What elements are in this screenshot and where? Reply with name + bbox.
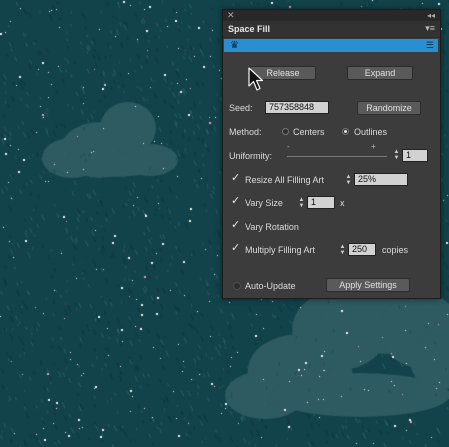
uniformity-min-symbol: - bbox=[287, 142, 290, 151]
multiply-label: Multiply Filling Art bbox=[245, 245, 316, 255]
outlines-radio[interactable] bbox=[342, 128, 349, 135]
close-icon[interactable]: ✕ bbox=[227, 10, 235, 21]
vary-size-suffix: x bbox=[340, 198, 345, 208]
uniformity-max-symbol: + bbox=[371, 142, 376, 151]
multiply-checkbox[interactable]: ✓ bbox=[231, 243, 242, 254]
expand-button[interactable]: Expand bbox=[347, 66, 413, 80]
vary-size-field[interactable]: 1 bbox=[307, 196, 335, 209]
panel-titlebar[interactable]: ✕ ◂◂ bbox=[223, 10, 440, 21]
crown-icon: ♛ bbox=[230, 40, 239, 51]
vary-rotation-checkbox[interactable]: ✓ bbox=[231, 220, 242, 231]
multiply-suffix: copies bbox=[382, 245, 409, 255]
resize-label: Resize All Filling Art bbox=[245, 175, 325, 185]
vary-rotation-label: Vary Rotation bbox=[245, 222, 299, 232]
vary-size-checkbox[interactable]: ✓ bbox=[231, 196, 242, 207]
randomize-button[interactable]: Randomize bbox=[357, 101, 421, 115]
outlines-label: Outlines bbox=[354, 127, 388, 137]
plugin-header-bar: ♛ ☰ bbox=[224, 39, 438, 52]
vary-size-label: Vary Size bbox=[245, 198, 283, 208]
centers-label: Centers bbox=[293, 127, 325, 137]
method-label: Method: bbox=[229, 127, 262, 137]
multiply-field[interactable]: 250 bbox=[348, 243, 376, 256]
seed-field[interactable]: 757358848 bbox=[265, 101, 329, 114]
uniformity-label: Uniformity: bbox=[229, 151, 273, 161]
collapse-icon[interactable]: ◂◂ bbox=[427, 10, 435, 21]
vary-size-stepper[interactable]: ▲ ▼ bbox=[298, 197, 305, 209]
multiply-stepper[interactable]: ▲ ▼ bbox=[339, 244, 346, 256]
space-fill-panel: ✕ ◂◂ Space Fill ▾≡ ♛ ☰ Release Expand Se… bbox=[222, 9, 441, 299]
resize-field[interactable]: 25% bbox=[354, 173, 408, 186]
apply-settings-button[interactable]: Apply Settings bbox=[326, 278, 410, 292]
seed-label: Seed: bbox=[229, 103, 253, 113]
resize-stepper[interactable]: ▲ ▼ bbox=[345, 174, 352, 186]
uniformity-stepper[interactable]: ▲ ▼ bbox=[393, 149, 400, 161]
mouse-cursor bbox=[248, 67, 264, 91]
centers-radio[interactable] bbox=[282, 128, 289, 135]
panel-title: Space Fill bbox=[228, 24, 271, 34]
resize-checkbox[interactable]: ✓ bbox=[231, 173, 242, 184]
uniformity-field[interactable]: 1 bbox=[402, 149, 428, 162]
panel-menu-icon[interactable]: ▾≡ bbox=[425, 23, 435, 34]
auto-update-checkbox[interactable] bbox=[233, 282, 241, 290]
grip-icon[interactable]: ☰ bbox=[426, 40, 434, 51]
panel-tab[interactable]: Space Fill ▾≡ bbox=[223, 21, 440, 38]
auto-update-label: Auto-Update bbox=[245, 281, 296, 291]
uniformity-slider[interactable] bbox=[287, 156, 387, 157]
